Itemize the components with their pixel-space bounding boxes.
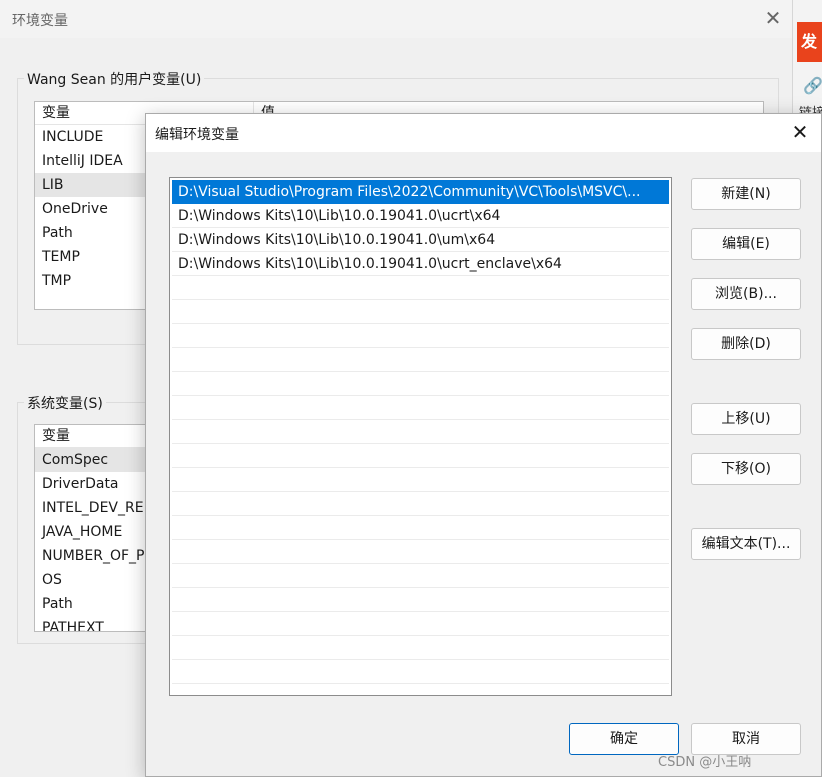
edit-button[interactable]: 编辑(E) <box>691 228 801 260</box>
empty-row <box>172 324 669 348</box>
empty-row <box>172 492 669 516</box>
column-header-variable[interactable]: 变量 <box>42 105 70 121</box>
empty-row <box>172 564 669 588</box>
path-list[interactable]: D:\Visual Studio\Program Files\2022\Comm… <box>169 177 672 696</box>
move-up-button[interactable]: 上移(U) <box>691 403 801 435</box>
empty-row <box>172 396 669 420</box>
background-badge: 发 <box>797 22 822 62</box>
path-list-item[interactable]: D:\Windows Kits\10\Lib\10.0.19041.0\um\x… <box>172 228 669 252</box>
system-variables-label: 系统变量(S) <box>24 393 106 413</box>
empty-row <box>172 540 669 564</box>
link-icon: 🔗 <box>803 76 822 95</box>
empty-row <box>172 372 669 396</box>
edit-text-button[interactable]: 编辑文本(T)... <box>691 528 801 560</box>
dialog-title: 环境变量 <box>12 13 68 29</box>
empty-row <box>172 684 669 695</box>
empty-row <box>172 588 669 612</box>
column-header-variable[interactable]: 变量 <box>42 428 70 444</box>
dialog-title: 编辑环境变量 <box>155 127 239 143</box>
empty-row <box>172 636 669 660</box>
empty-row <box>172 516 669 540</box>
edit-environment-variable-dialog: 编辑环境变量 ✕ D:\Visual Studio\Program Files\… <box>145 113 822 777</box>
empty-row <box>172 300 669 324</box>
empty-row <box>172 348 669 372</box>
empty-row <box>172 276 669 300</box>
titlebar: 编辑环境变量 ✕ <box>146 114 821 152</box>
path-list-item[interactable]: D:\Visual Studio\Program Files\2022\Comm… <box>172 180 669 204</box>
move-down-button[interactable]: 下移(O) <box>691 453 801 485</box>
watermark: CSDN @小王呐 <box>658 755 752 770</box>
close-icon[interactable]: ✕ <box>762 6 784 30</box>
empty-row <box>172 444 669 468</box>
path-list-item[interactable]: D:\Windows Kits\10\Lib\10.0.19041.0\ucrt… <box>172 204 669 228</box>
empty-row <box>172 468 669 492</box>
titlebar: 环境变量 ✕ <box>0 0 792 38</box>
empty-row <box>172 612 669 636</box>
new-button[interactable]: 新建(N) <box>691 178 801 210</box>
user-variables-label: Wang Sean 的用户变量(U) <box>24 69 205 89</box>
delete-button[interactable]: 删除(D) <box>691 328 801 360</box>
empty-row <box>172 660 669 684</box>
empty-row <box>172 420 669 444</box>
path-list-item[interactable]: D:\Windows Kits\10\Lib\10.0.19041.0\ucrt… <box>172 252 669 276</box>
close-icon[interactable]: ✕ <box>788 120 812 144</box>
browse-button[interactable]: 浏览(B)... <box>691 278 801 310</box>
